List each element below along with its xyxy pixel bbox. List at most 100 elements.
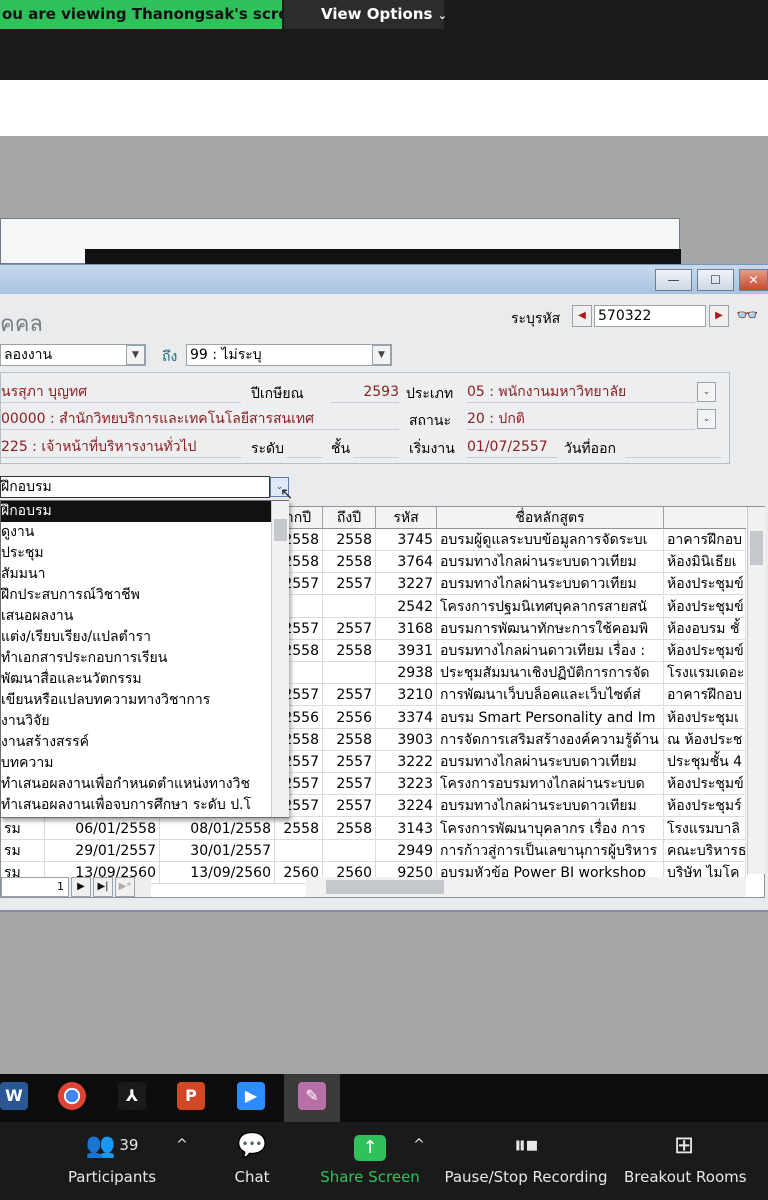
activity-type-dropdown-list: ฝึกอบรม ดูงาน ประชุม สัมมนา ฝึกประสบการณ์วิช… <box>0 500 289 818</box>
record-number-field[interactable]: 1 <box>1 877 69 897</box>
dropdown-option[interactable]: ทำเสนอผลงานเพื่อกำหนดตำแหน่งทางวิช <box>1 774 271 795</box>
table-cell-code: 3764 <box>376 551 437 574</box>
scroll-thumb[interactable] <box>274 519 287 541</box>
table-cell-code: 2542 <box>376 595 437 618</box>
new-record-icon[interactable]: ▶* <box>115 877 135 897</box>
table-cell-c1: 06/01/2558 <box>45 817 160 840</box>
start-value: 01/07/2557 <box>467 436 557 458</box>
chat-icon: 💬 <box>237 1131 267 1159</box>
chevron-down-icon[interactable]: ⌄ <box>697 409 716 429</box>
dropdown-option[interactable]: ทำเสนอผลงานเพื่อจบการศึกษา ระดับ ป.โ <box>1 795 271 816</box>
dropdown-option[interactable]: แต่ง/เรียบเรียง/แปลตำรา <box>1 627 271 648</box>
table-cell-course: อบรม Smart Personality and Im <box>437 706 664 729</box>
table-cell-y2 <box>323 662 376 685</box>
minimize-button[interactable]: — <box>655 269 692 291</box>
table-cell-c2: 30/01/2557 <box>160 839 275 862</box>
dropdown-option[interactable]: ดูงาน <box>1 522 271 543</box>
binoculars-icon[interactable]: 👓 <box>736 305 758 326</box>
type-from-combo[interactable]: ลองงาน <box>0 344 146 366</box>
share-screen-button[interactable]: ↑ Share Screen <box>320 1130 420 1186</box>
dropdown-option[interactable]: สัมมนา <box>1 564 271 585</box>
code-field[interactable]: 570322 <box>594 305 706 327</box>
col-header-to-year[interactable]: ถึงปี <box>323 507 376 529</box>
chat-label: Chat <box>234 1168 270 1186</box>
breakout-rooms-icon: ⊞ <box>673 1131 695 1159</box>
table-cell-y2: 2557 <box>323 573 376 596</box>
close-button[interactable]: ✕ <box>739 269 768 291</box>
prev-record-button[interactable]: ◀ <box>572 305 592 327</box>
recording-label: Pause/Stop Recording <box>444 1168 608 1186</box>
activity-type-combo[interactable]: ฝึกอบรม <box>0 476 270 498</box>
scroll-thumb[interactable] <box>750 531 763 565</box>
table-cell-y2: 2557 <box>323 684 376 707</box>
chevron-down-icon[interactable]: ▼ <box>372 345 391 365</box>
col-header-course[interactable]: ชื่อหลักสูตร <box>437 507 664 529</box>
next-record-icon[interactable]: ▶ <box>71 877 91 897</box>
table-cell-place: ห้องประชุมร์ <box>664 795 746 818</box>
chevron-up-icon[interactable]: ^ <box>411 1130 427 1168</box>
form-title: คคล <box>0 312 43 337</box>
to-label: ถึง <box>162 349 178 365</box>
table-cell-y2: 2558 <box>323 728 376 751</box>
table-row[interactable]: รม 06/01/2558 08/01/2558 2558 2558 3143 โครงกา… <box>1 817 746 840</box>
scroll-thumb[interactable] <box>326 880 444 894</box>
table-cell-c0: รม <box>1 817 45 840</box>
table-cell-y2: 2557 <box>323 751 376 773</box>
table-cell-code: 3222 <box>376 751 437 773</box>
table-cell-y2: 2558 <box>323 640 376 662</box>
dropdown-option[interactable]: พัฒนาสื่อและนวัตกรรม <box>1 669 271 690</box>
last-record-icon[interactable]: ▶| <box>93 877 113 897</box>
table-cell-course: โครงการพัฒนาบุคลากร เรื่อง การ <box>437 817 664 840</box>
zoom-icon[interactable]: ▶ <box>237 1082 265 1110</box>
table-cell-y2: 2558 <box>323 817 376 840</box>
share-screen-icon: ↑ <box>320 1130 420 1161</box>
table-cell-code: 3903 <box>376 728 437 751</box>
screen-top-strip <box>0 80 768 136</box>
category-label: ประเภท <box>406 386 454 402</box>
powerpoint-icon[interactable]: P <box>177 1082 205 1110</box>
dropdown-option[interactable]: ฝึกอบรม <box>1 501 271 522</box>
acrobat-icon[interactable]: ⅄ <box>118 1082 146 1110</box>
view-options-button[interactable]: View Options ⌄ <box>284 0 447 29</box>
dropdown-option[interactable]: ฝึกประสบการณ์วิชาชีพ <box>1 585 271 606</box>
dropdown-option[interactable]: ประชุม <box>1 543 271 564</box>
table-cell-place: โรงแรมเดอะ <box>664 662 746 685</box>
table-cell-place: ห้องประชุมเ <box>664 706 746 729</box>
dropdown-option[interactable]: งานวิจัย <box>1 711 271 732</box>
window-title-bar: — ☐ ✕ <box>0 264 768 294</box>
chat-button[interactable]: 💬 Chat <box>230 1130 274 1186</box>
windows-taskbar <box>0 1074 768 1122</box>
chevron-up-icon[interactable]: ^ <box>174 1130 190 1168</box>
chevron-down-icon[interactable]: ▼ <box>126 345 145 365</box>
breakout-rooms-button[interactable]: ⊞ Breakout Rooms <box>624 1130 747 1186</box>
dropdown-scrollbar[interactable] <box>271 501 289 817</box>
participants-button[interactable]: 👥 39 Participants <box>66 1130 158 1186</box>
grid-vertical-scrollbar[interactable] <box>747 507 765 874</box>
dropdown-option[interactable]: งานสร้างสรรค์ <box>1 732 271 753</box>
table-cell-code: 3143 <box>376 817 437 840</box>
col-header-place[interactable] <box>664 507 746 529</box>
table-row[interactable]: รม 29/01/2557 30/01/2557 2949 การก้าวสู่การเ… <box>1 839 746 862</box>
table-cell-code: 3168 <box>376 617 437 640</box>
dropdown-option[interactable]: เขียนหรือแปลบทความทางวิชาการ <box>1 690 271 711</box>
dropdown-option[interactable]: เสนอผลงาน <box>1 606 271 627</box>
table-cell-place: ห้องประชุมข์ <box>664 595 746 618</box>
app-icon[interactable]: ✎ <box>298 1082 326 1110</box>
table-cell-y2: 2557 <box>323 795 376 818</box>
col-header-code[interactable]: รหัส <box>376 507 437 529</box>
chevron-down-icon[interactable]: ⌄ <box>697 382 716 402</box>
pause-stop-recording-button[interactable]: ⏸⏹ Pause/Stop Recording <box>444 1130 608 1186</box>
chrome-icon[interactable] <box>58 1082 86 1110</box>
table-cell-c2: 08/01/2558 <box>160 817 275 840</box>
table-cell-code: 3745 <box>376 529 437 551</box>
word-icon[interactable]: W <box>0 1082 28 1110</box>
table-cell-place: ณ ห้องประช <box>664 728 746 751</box>
dropdown-option[interactable]: บทความ <box>1 753 271 774</box>
next-record-button[interactable]: ▶ <box>709 305 729 327</box>
type-to-combo[interactable]: 99 : ไม่ระบุ <box>186 344 392 366</box>
maximize-button[interactable]: ☐ <box>697 269 734 291</box>
table-cell-place: อาคารฝึกอบ <box>664 684 746 707</box>
dropdown-option[interactable]: ทำเอกสารประกอบการเรียน <box>1 648 271 669</box>
retire-year-value: 2593 <box>331 381 399 403</box>
grid-horizontal-scrollbar[interactable] <box>306 877 746 897</box>
